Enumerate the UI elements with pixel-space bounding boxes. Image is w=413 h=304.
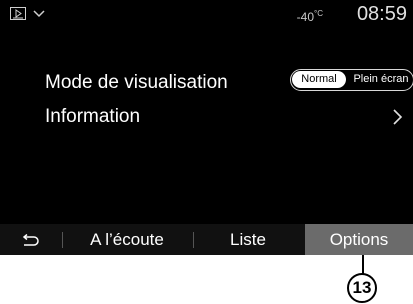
back-button[interactable] bbox=[0, 224, 60, 255]
chevron-down-icon[interactable] bbox=[32, 6, 46, 20]
back-icon bbox=[22, 233, 39, 246]
information-item[interactable]: Information bbox=[45, 106, 140, 128]
chevron-right-icon[interactable] bbox=[391, 108, 403, 126]
callout-line bbox=[362, 255, 364, 275]
callout-marker: 13 bbox=[347, 273, 377, 303]
tab-options[interactable]: Options bbox=[305, 224, 413, 255]
display-mode-fullscreen[interactable]: Plein écran bbox=[349, 71, 413, 88]
display-mode-label: Mode de visualisation bbox=[45, 72, 228, 93]
bottom-bar: A l’écoute Liste Options bbox=[0, 224, 413, 255]
clock: 08:59 bbox=[356, 3, 407, 25]
status-bar: -40°C 08:59 bbox=[0, 0, 413, 30]
media-source-icon[interactable] bbox=[10, 7, 26, 20]
tab-list[interactable]: Liste bbox=[194, 224, 302, 255]
display-mode-normal[interactable]: Normal bbox=[292, 71, 346, 88]
display-mode-toggle[interactable]: Normal Plein écran bbox=[290, 69, 413, 91]
outside-temperature: -40°C bbox=[296, 9, 323, 24]
screen: -40°C 08:59 Mode de visualisation Normal… bbox=[0, 0, 413, 255]
tab-now-playing[interactable]: A l’écoute bbox=[62, 224, 192, 255]
